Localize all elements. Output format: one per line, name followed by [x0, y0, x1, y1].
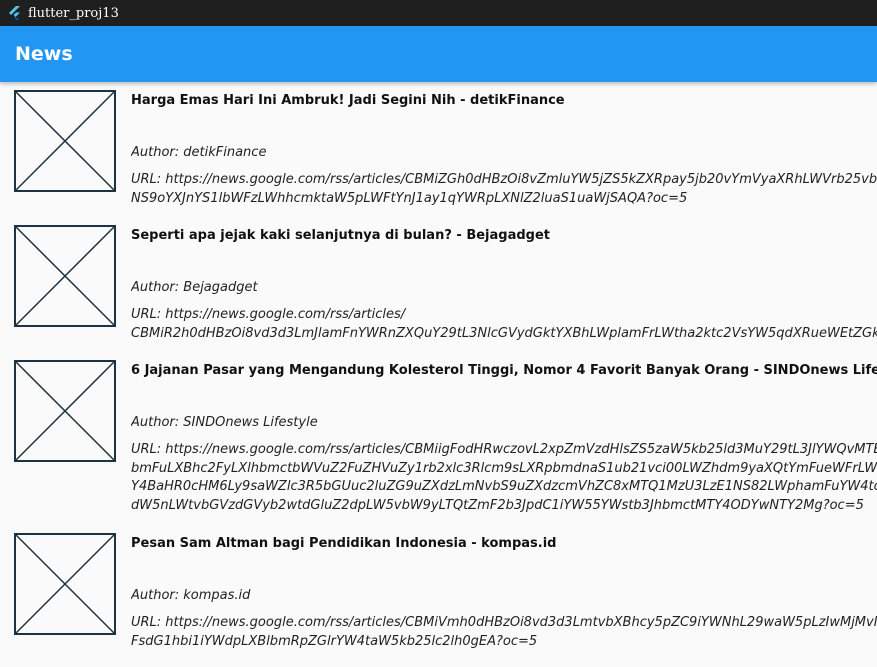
url-line: URL: https://news.google.com/rss/article…: [131, 172, 877, 187]
broken-image-icon: [14, 90, 116, 192]
news-item-url[interactable]: URL: https://news.google.com/rss/article…: [131, 171, 877, 208]
news-item-url[interactable]: URL: https://news.google.com/rss/article…: [131, 614, 877, 651]
broken-image-icon: [14, 360, 116, 462]
window-title: flutter_proj13: [28, 5, 119, 21]
url-line: dW5nLWtvbGVzdGVyb2wtdGluZ2dpLW5vbW9yLTQt…: [131, 497, 864, 513]
url-line: URL: https://news.google.com/rss/article…: [131, 307, 406, 322]
app-bar: News: [0, 26, 877, 82]
news-item-author: Author: detikFinance: [131, 145, 267, 160]
news-item-author: Author: SINDOnews Lifestyle: [131, 415, 318, 430]
url-line: NS9oYXJnYS1lbWFzLWhhcmktaW5pLWFtYnJ1ay1q…: [131, 190, 688, 206]
news-item-title: Seperti apa jejak kaki selanjutnya di bu…: [131, 228, 550, 243]
broken-image-icon: [14, 225, 116, 327]
news-item-title: 6 Jajanan Pasar yang Mengandung Kolester…: [131, 363, 877, 378]
news-item-title: Harga Emas Hari Ini Ambruk! Jadi Segini …: [131, 93, 565, 108]
news-item-author: Author: Bejagadget: [131, 280, 258, 295]
url-line: Y4BaHR0cHM6Ly9saWZlc3R5bGUuc2luZG9uZXdzL…: [131, 479, 877, 494]
url-line: FsdG1hbi1iYWdpLXBlbmRpZGlrYW4taW5kb25lc2…: [131, 633, 538, 649]
url-line: CBMiR2h0dHBzOi8vd3d3LmJlamFnYWRnZXQuY29t…: [131, 325, 877, 341]
broken-image-icon: [14, 533, 116, 635]
app-bar-title: News: [15, 43, 73, 65]
url-line: bmFuLXBhc2FyLXlhbmctbWVuZ2FuZHVuZy1rb2xl…: [131, 460, 877, 476]
news-item-title: Pesan Sam Altman bagi Pendidikan Indones…: [131, 536, 557, 551]
url-line: URL: https://news.google.com/rss/article…: [131, 615, 877, 630]
news-list[interactable]: Harga Emas Hari Ini Ambruk! Jadi Segini …: [0, 82, 877, 667]
window-titlebar: flutter_proj13: [0, 0, 877, 26]
news-item-author: Author: kompas.id: [131, 588, 251, 603]
url-line: URL: https://news.google.com/rss/article…: [131, 442, 877, 457]
news-item-url[interactable]: URL: https://news.google.com/rss/article…: [131, 306, 877, 343]
news-item-url[interactable]: URL: https://news.google.com/rss/article…: [131, 441, 877, 515]
flutter-logo-icon: [9, 6, 20, 20]
